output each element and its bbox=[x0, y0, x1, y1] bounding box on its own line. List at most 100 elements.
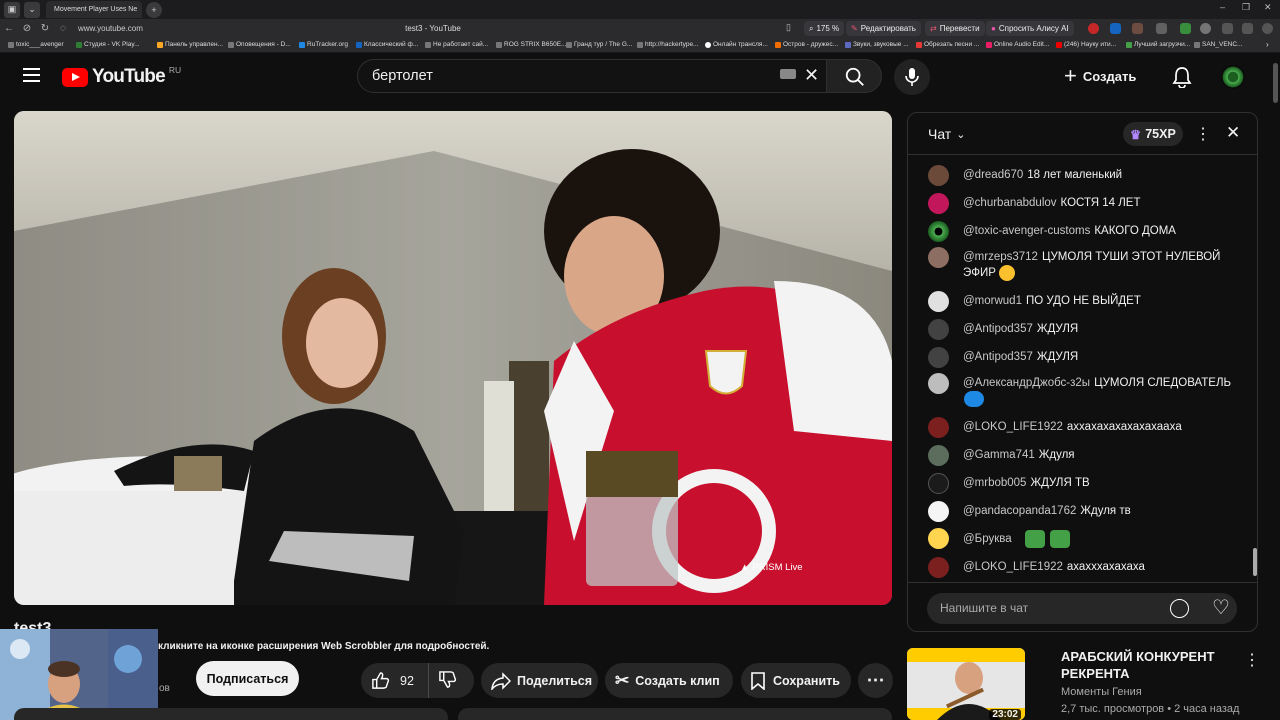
bookmark-item[interactable]: Звуки, звуковые ... bbox=[845, 41, 909, 48]
chat-author[interactable]: @morwud1 bbox=[963, 295, 1022, 307]
bookmark-item[interactable]: toxic___avenger bbox=[8, 41, 64, 48]
recommendation-more-icon[interactable]: ⋮ bbox=[1244, 650, 1260, 670]
bookmark-item[interactable]: Остров - дружес... bbox=[775, 41, 838, 48]
create-button[interactable]: + Создать bbox=[1064, 59, 1136, 93]
extension-icon[interactable] bbox=[1132, 23, 1143, 34]
bookmark-item[interactable]: http://hackertype... bbox=[637, 41, 698, 48]
close-chat-icon[interactable]: ✕ bbox=[1226, 123, 1240, 143]
edit-button[interactable]: ✎ Редактировать bbox=[846, 21, 921, 36]
bookmark-item[interactable]: SAN_VENC... bbox=[1194, 41, 1242, 48]
chat-scrollbar[interactable] bbox=[1253, 548, 1257, 576]
share-button[interactable]: Поделиться bbox=[481, 663, 598, 698]
youtube-play-icon bbox=[62, 67, 88, 87]
bookmark-item[interactable]: Онлайн трансля... bbox=[705, 41, 768, 48]
bookmark-item[interactable]: Online Audio Edit... bbox=[986, 41, 1049, 48]
clear-search-icon[interactable]: ✕ bbox=[804, 65, 819, 86]
account-avatar[interactable] bbox=[1221, 65, 1245, 89]
download-icon[interactable] bbox=[1242, 23, 1253, 34]
bookmark-item[interactable]: (246) Наукy ити... bbox=[1056, 41, 1116, 48]
chat-author[interactable]: @Бруква bbox=[963, 533, 1012, 545]
bookmark-favicon-icon bbox=[986, 41, 992, 48]
heart-icon[interactable]: ♡ bbox=[1212, 595, 1230, 620]
laughing-emoji-icon bbox=[998, 265, 1015, 281]
more-actions-button[interactable]: ⋯ bbox=[858, 663, 893, 698]
dislike-button[interactable] bbox=[429, 670, 457, 692]
profile-icon[interactable] bbox=[1262, 23, 1273, 34]
tab-close-icon[interactable]: ✕ bbox=[141, 6, 142, 14]
chat-author[interactable]: @АлександрДжобс-з2ы bbox=[963, 377, 1090, 389]
chat-text: Ждуля тв bbox=[1080, 505, 1131, 517]
save-button[interactable]: Сохранить bbox=[741, 663, 851, 698]
chat-more-options-icon[interactable]: ⋮ bbox=[1195, 124, 1211, 144]
bookmark-item[interactable]: Лучший загрузчи... bbox=[1126, 41, 1190, 48]
extension-icon[interactable] bbox=[1088, 23, 1099, 34]
browser-menu-icon[interactable]: ▣ bbox=[4, 1, 20, 18]
chat-author[interactable]: @Gamma741 bbox=[963, 449, 1035, 461]
chat-mode-dropdown[interactable]: Чат ⌄ bbox=[928, 126, 965, 142]
chat-author[interactable]: @LOKO_LIFE1922 bbox=[963, 561, 1063, 573]
recommendation-meta: 2,7 тыс. просмотров • 2 часа назад bbox=[1061, 703, 1240, 715]
chat-author[interactable]: @mrbob005 bbox=[963, 477, 1026, 489]
extension-icon[interactable] bbox=[1156, 23, 1167, 34]
hamburger-line bbox=[23, 74, 40, 76]
xp-points-badge[interactable]: ♛ 75XP bbox=[1123, 122, 1183, 146]
bookmark-favicon-icon bbox=[1126, 41, 1132, 48]
address-bar: ← ⊘ ↻ ◌ www.youtube.com test3 - YouTube … bbox=[0, 19, 1280, 38]
more-horizontal-icon: ⋯ bbox=[866, 670, 885, 690]
tab-title: Movement Player Uses Ne bbox=[54, 6, 138, 13]
extension-icon[interactable] bbox=[1222, 23, 1233, 34]
user-avatar bbox=[928, 557, 949, 578]
tabs-dropdown-icon[interactable]: ⌄ bbox=[24, 1, 40, 18]
voice-search-button[interactable] bbox=[894, 59, 930, 95]
user-avatar bbox=[928, 373, 949, 394]
bookmark-item[interactable]: Панель управлен... bbox=[157, 41, 223, 48]
restore-icon[interactable]: ❐ bbox=[1242, 2, 1250, 13]
search-input[interactable]: бертолет bbox=[357, 59, 827, 93]
close-window-icon[interactable]: ✕ bbox=[1264, 2, 1272, 13]
chat-author[interactable]: @pandacopanda1762 bbox=[963, 505, 1076, 517]
emoji-picker-icon[interactable] bbox=[1170, 599, 1189, 618]
chat-message-input[interactable]: Напишите в чат bbox=[927, 593, 1237, 624]
bookmark-item[interactable]: Гранд тур / The G... bbox=[566, 41, 632, 48]
create-clip-button[interactable]: ✂ Создать клип bbox=[605, 663, 733, 698]
bookmark-item[interactable]: Классический ф... bbox=[356, 41, 418, 48]
bookmark-item[interactable]: RuTracker.org bbox=[299, 41, 348, 48]
recommendation-thumbnail[interactable]: 23:02 bbox=[907, 648, 1025, 720]
bookmarks-bar: toxic___avenger Студия - VK Play... Пане… bbox=[0, 38, 1280, 53]
search-button[interactable] bbox=[826, 59, 882, 93]
chat-author[interactable]: @churbanabdulov bbox=[963, 197, 1057, 209]
page-scrollbar[interactable] bbox=[1273, 63, 1278, 103]
ask-alice-button[interactable]: ● Спросить Алису AI bbox=[986, 21, 1074, 36]
bookmark-item[interactable]: Обрезать песни ... bbox=[916, 41, 979, 48]
browser-tab[interactable]: Movement Player Uses Ne ✕ bbox=[46, 1, 142, 18]
translate-button[interactable]: ⇄ Перевести bbox=[925, 21, 985, 36]
chat-author[interactable]: @Antipod357 bbox=[963, 323, 1033, 335]
bookmark-item[interactable]: ROG STRIX B650E... bbox=[496, 41, 567, 48]
video-player[interactable]: ▲ PRISM Live bbox=[14, 111, 892, 605]
keyboard-icon[interactable] bbox=[780, 69, 796, 79]
minimize-icon[interactable]: – bbox=[1220, 2, 1225, 12]
extension-icon[interactable] bbox=[1180, 23, 1191, 34]
chat-author[interactable]: @Antipod357 bbox=[963, 351, 1033, 363]
extension-icon[interactable] bbox=[1110, 23, 1121, 34]
like-button[interactable]: 92 bbox=[361, 663, 429, 698]
zoom-indicator[interactable]: ⌕ 175 % bbox=[804, 21, 845, 36]
chat-author[interactable]: @dread670 bbox=[963, 169, 1023, 181]
chat-author[interactable]: @mrzeps3712 bbox=[963, 251, 1038, 263]
notifications-bell-icon[interactable] bbox=[1172, 66, 1192, 88]
extension-icon[interactable] bbox=[1200, 23, 1211, 34]
chat-text: ЦУМОЛЯ СЛЕДОВАТЕЛЬ bbox=[1094, 377, 1232, 389]
new-tab-icon[interactable]: + bbox=[146, 1, 162, 18]
bookmark-page-icon[interactable]: ▯ bbox=[786, 22, 791, 33]
chat-author[interactable]: @LOKO_LIFE1922 bbox=[963, 421, 1063, 433]
bookmarks-overflow-icon[interactable]: › bbox=[1266, 40, 1269, 49]
bookmark-item[interactable]: Оповещения - D... bbox=[228, 41, 291, 48]
recommendation-title[interactable]: АРАБСКИЙ КОНКУРЕНТ РЕКРЕНТА bbox=[1061, 648, 1241, 682]
bookmark-item[interactable]: Не работает сай... bbox=[425, 41, 488, 48]
recommendation-channel[interactable]: Моменты Гения bbox=[1061, 686, 1142, 698]
youtube-logo[interactable]: YouTube RU bbox=[62, 65, 181, 88]
hamburger-menu-icon[interactable] bbox=[23, 68, 40, 82]
chat-author[interactable]: @toxic-avenger-customs bbox=[963, 225, 1090, 237]
bookmark-item[interactable]: Студия - VK Play... bbox=[76, 41, 140, 48]
subscribe-button[interactable]: Подписаться bbox=[196, 661, 299, 696]
